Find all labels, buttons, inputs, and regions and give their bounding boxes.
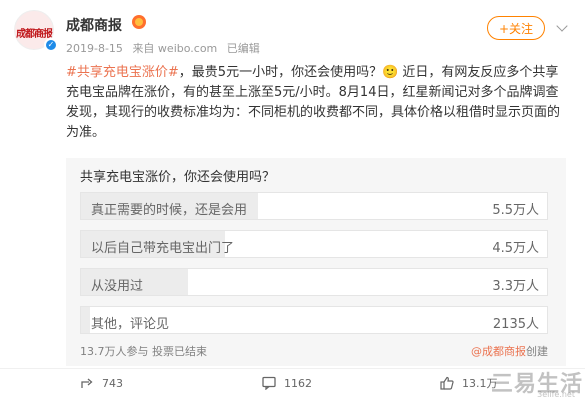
avatar-logo-band: 成都商报 xyxy=(15,25,53,40)
poll-option-count: 4.5万人 xyxy=(492,241,539,256)
chevron-down-icon[interactable] xyxy=(557,20,571,34)
poll-option-count: 5.5万人 xyxy=(492,203,539,218)
post-source: 来自 weibo.com xyxy=(132,42,218,55)
thumbs-up-icon xyxy=(440,376,454,390)
share-count: 743 xyxy=(102,376,123,390)
follow-button[interactable]: +关注 xyxy=(487,16,545,40)
follow-label: +关注 xyxy=(498,21,534,36)
avatar-logo-text: 成都商报 xyxy=(16,28,53,40)
poll-option-label: 其他，评论见 xyxy=(91,317,170,332)
member-badge-icon xyxy=(132,15,146,29)
poll-option-count: 3.3万人 xyxy=(492,279,539,294)
share-button[interactable]: 743 xyxy=(80,374,123,392)
poll-option[interactable]: 其他，评论见 2135人 xyxy=(80,306,548,334)
share-icon xyxy=(81,378,93,388)
post-date[interactable]: 2019-8-15 xyxy=(66,42,123,55)
poll-option-fill xyxy=(81,307,91,333)
poll-option[interactable]: 从没用过 3.3万人 xyxy=(80,268,548,296)
poll-option[interactable]: 以后自己带充电宝出门了 4.5万人 xyxy=(80,230,548,258)
poll-option-label: 真正需要的时候，还是会用 xyxy=(91,203,248,218)
poll-question: 共享充电宝涨价，你还会使用吗？ xyxy=(80,170,276,185)
poll-creator-link[interactable]: @成都商报 xyxy=(471,345,526,358)
poll-option-count: 2135人 xyxy=(492,317,539,332)
poll-creator-suffix: 创建 xyxy=(526,345,548,358)
topic-link[interactable]: #共享充电宝涨价# xyxy=(66,65,179,80)
verified-icon: ✓ xyxy=(44,38,58,52)
account-name[interactable]: 成都商报 xyxy=(66,15,122,35)
post-meta: 2019-8-15 来自 weibo.com 已编辑 xyxy=(66,40,266,56)
poll-participants: 13.7万人参与 投票已结束 xyxy=(80,345,207,358)
post-edited: 已编辑 xyxy=(226,42,260,55)
poll-creator: @成都商报创建 xyxy=(471,343,548,359)
post-text: #共享充电宝涨价#，最贵5元一小时，你还会使用吗？🙂 近日，有网友反应多个共享充… xyxy=(66,63,571,143)
poll-card: 共享充电宝涨价，你还会使用吗？ 真正需要的时候，还是会用 5.5万人 以后自己带… xyxy=(66,158,566,366)
like-button[interactable]: 13.1万 xyxy=(440,374,498,392)
poll-option[interactable]: 真正需要的时候，还是会用 5.5万人 xyxy=(80,192,548,220)
watermark-url: 3elife.net xyxy=(537,390,575,399)
poll-option-label: 从没用过 xyxy=(91,279,144,294)
poll-option-label: 以后自己带充电宝出门了 xyxy=(91,241,235,256)
comment-button[interactable]: 1162 xyxy=(262,374,312,392)
comment-count: 1162 xyxy=(284,376,312,390)
comment-icon xyxy=(262,376,276,390)
